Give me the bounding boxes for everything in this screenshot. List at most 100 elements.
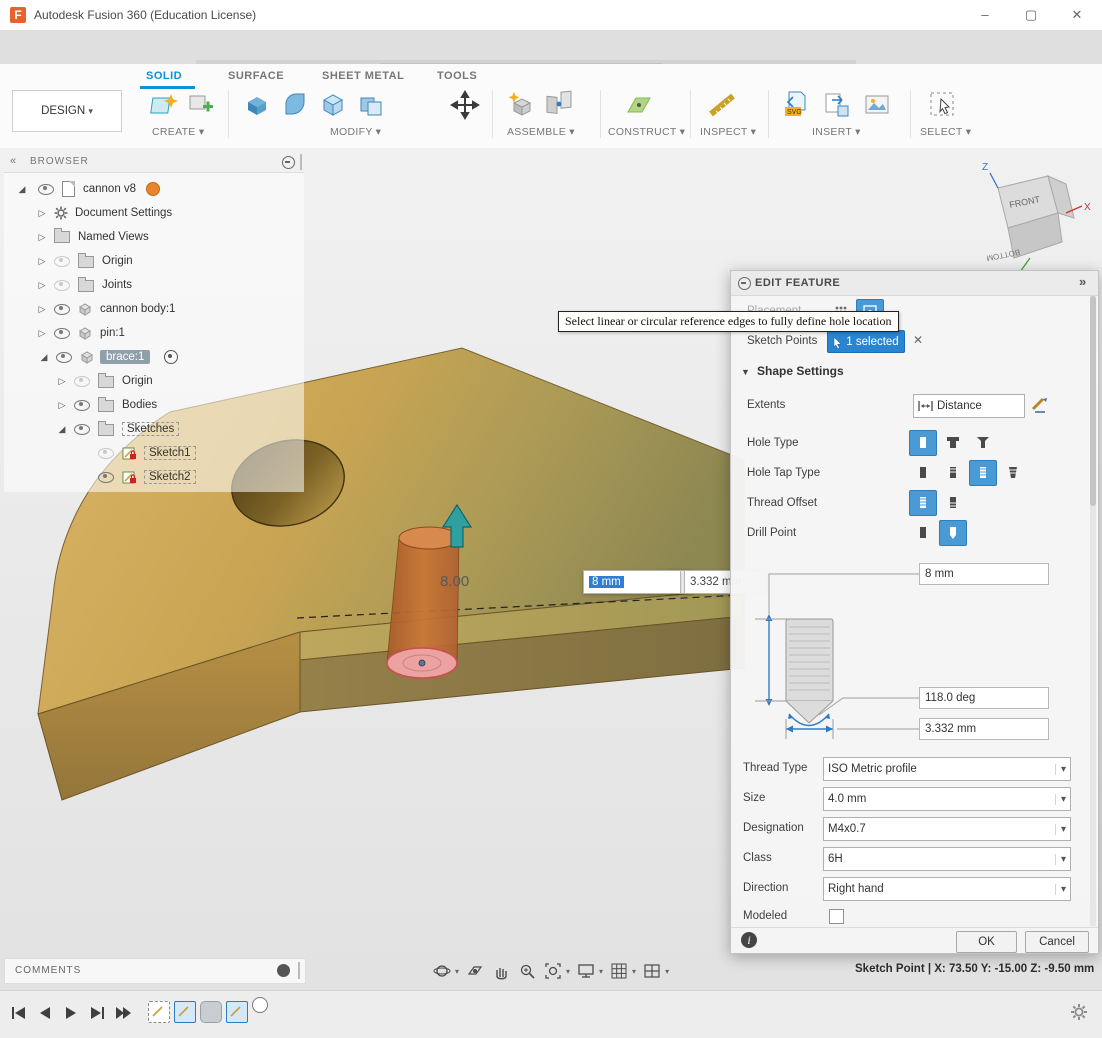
viewcube-bottom-label[interactable]: BOTTOM <box>985 247 1020 262</box>
create-sketch-icon[interactable] <box>148 88 182 122</box>
timeline-feature-hole[interactable] <box>252 997 268 1013</box>
dialog-collapse-icon[interactable] <box>738 277 751 290</box>
visibility-eye-icon[interactable] <box>54 328 70 339</box>
expand-icon[interactable]: ◢ <box>38 352 50 363</box>
insert-canvas-icon[interactable] <box>860 88 894 122</box>
tree-row-sketch2[interactable]: Sketch2 <box>92 466 196 488</box>
tree-label[interactable]: Joints <box>102 279 132 291</box>
tap-type-clearance-button[interactable] <box>939 460 967 486</box>
comments-panel[interactable]: COMMENTS <box>4 958 306 984</box>
tree-label[interactable]: Origin <box>122 375 153 387</box>
tree-label[interactable]: Sketches <box>122 422 179 436</box>
ok-button[interactable]: OK <box>956 931 1017 953</box>
hole-type-simple-button[interactable] <box>909 430 937 456</box>
group-label-select[interactable]: SELECT ▾ <box>920 126 971 138</box>
pan-icon[interactable] <box>491 961 511 981</box>
zoom-icon[interactable] <box>517 961 537 981</box>
timeline-feature-sketch2[interactable] <box>174 1001 196 1023</box>
orbit-caret-icon[interactable]: ▾ <box>455 967 459 976</box>
fillet-icon[interactable] <box>278 88 312 122</box>
viewports-icon[interactable] <box>642 961 662 981</box>
hole-type-counterbore-button[interactable] <box>939 430 967 456</box>
tree-row-pin[interactable]: ▷ pin:1 <box>36 322 125 344</box>
tap-type-taper-tapped-button[interactable] <box>999 460 1027 486</box>
comments-scrollbar[interactable] <box>298 962 300 979</box>
maximize-button[interactable]: ▢ <box>1014 4 1048 26</box>
shape-settings-header[interactable]: Shape Settings <box>757 364 844 378</box>
look-at-icon[interactable] <box>465 961 485 981</box>
tree-row-root[interactable]: ◢ cannon v8 <box>16 178 160 200</box>
modeled-checkbox[interactable] <box>829 909 844 924</box>
group-label-create[interactable]: CREATE ▾ <box>152 126 204 138</box>
angle-input[interactable]: 118.0 deg <box>919 687 1049 709</box>
visibility-eye-icon[interactable] <box>74 400 90 411</box>
inline-depth-input[interactable]: 8 mm <box>583 570 681 594</box>
designation-select[interactable]: M4x0.7 ▾ <box>823 817 1071 841</box>
thread-offset-partial-button[interactable] <box>939 490 967 516</box>
activate-component-radio[interactable] <box>164 350 178 364</box>
expand-icon[interactable]: ▷ <box>36 328 48 339</box>
expand-icon[interactable]: ▷ <box>36 304 48 315</box>
tree-label[interactable]: Bodies <box>122 399 157 411</box>
workspace-selector[interactable]: DESIGN ▾ <box>12 90 122 132</box>
info-icon[interactable]: i <box>741 932 757 948</box>
step-forward-button[interactable] <box>86 1003 108 1023</box>
timeline-feature-body[interactable] <box>200 1001 222 1023</box>
tap-type-tapped-button[interactable] <box>969 460 997 486</box>
tree-label[interactable]: Origin <box>102 255 133 267</box>
dialog-scrollbar-track[interactable] <box>1090 296 1096 926</box>
tree-row-bodies[interactable]: ▷ Bodies <box>56 394 157 416</box>
visibility-eye-icon[interactable] <box>74 376 90 387</box>
direction-select[interactable]: Right hand ▾ <box>823 877 1071 901</box>
visibility-eye-icon[interactable] <box>56 352 72 363</box>
expand-icon[interactable]: ◢ <box>16 184 28 195</box>
expand-icon[interactable]: ▷ <box>56 376 68 387</box>
clear-selection-icon[interactable]: ✕ <box>913 333 923 347</box>
visibility-eye-icon[interactable] <box>54 280 70 291</box>
selection-count-button[interactable]: 1 selected <box>827 330 905 353</box>
dialog-overflow-icon[interactable]: » <box>1079 274 1086 289</box>
go-to-end-button[interactable] <box>112 1003 134 1023</box>
tab-tools[interactable]: TOOLS <box>437 70 477 82</box>
browser-minimize-icon[interactable] <box>282 156 295 169</box>
group-label-construct[interactable]: CONSTRUCT ▾ <box>608 126 685 138</box>
tab-sheet-metal[interactable]: SHEET METAL <box>322 70 404 82</box>
tree-row-joints[interactable]: ▷ Joints <box>36 274 132 296</box>
measure-icon[interactable] <box>706 88 740 122</box>
close-button[interactable]: ✕ <box>1060 4 1094 26</box>
tree-row-sketch1[interactable]: Sketch1 <box>92 442 196 464</box>
sketch-point[interactable] <box>419 660 425 666</box>
grid-icon[interactable] <box>609 961 629 981</box>
tree-row-cannon-body[interactable]: ▷ cannon body:1 <box>36 298 175 320</box>
visibility-eye-icon[interactable] <box>98 448 114 459</box>
expand-icon[interactable]: ▷ <box>36 280 48 291</box>
move-icon[interactable] <box>448 88 482 122</box>
hole-preview-cylinder[interactable] <box>387 527 459 678</box>
dialog-scrollbar-thumb[interactable] <box>1090 296 1096 506</box>
browser-scrollbar[interactable] <box>300 154 302 170</box>
tree-label[interactable]: Sketch1 <box>144 446 196 460</box>
expand-icon[interactable]: ▷ <box>56 400 68 411</box>
drill-point-angle-button[interactable] <box>939 520 967 546</box>
sync-status-icon[interactable] <box>146 182 160 196</box>
timeline-settings-gear-icon[interactable] <box>1070 1003 1088 1026</box>
fit-icon[interactable] <box>543 961 563 981</box>
flip-direction-icon[interactable] <box>1029 393 1051 415</box>
combine-icon[interactable] <box>354 88 388 122</box>
insert-svg-icon[interactable]: SVG <box>780 88 814 122</box>
insert-derive-icon[interactable] <box>820 88 854 122</box>
tree-row-brace-active[interactable]: ◢ brace:1 <box>38 346 178 368</box>
shell-icon[interactable] <box>316 88 350 122</box>
tab-solid[interactable]: SOLID <box>146 70 182 82</box>
dialog-header[interactable]: EDIT FEATURE » <box>731 271 1098 296</box>
orbit-icon[interactable] <box>432 961 452 981</box>
play-button[interactable] <box>60 1003 82 1023</box>
size-select[interactable]: 4.0 mm ▾ <box>823 787 1071 811</box>
visibility-eye-icon[interactable] <box>54 256 70 267</box>
viewports-caret-icon[interactable]: ▾ <box>665 967 669 976</box>
cancel-button[interactable]: Cancel <box>1025 931 1089 953</box>
visibility-eye-icon[interactable] <box>54 304 70 315</box>
tree-row-origin[interactable]: ▷ Origin <box>36 250 133 272</box>
display-settings-icon[interactable] <box>576 961 596 981</box>
tab-surface[interactable]: SURFACE <box>228 70 284 82</box>
